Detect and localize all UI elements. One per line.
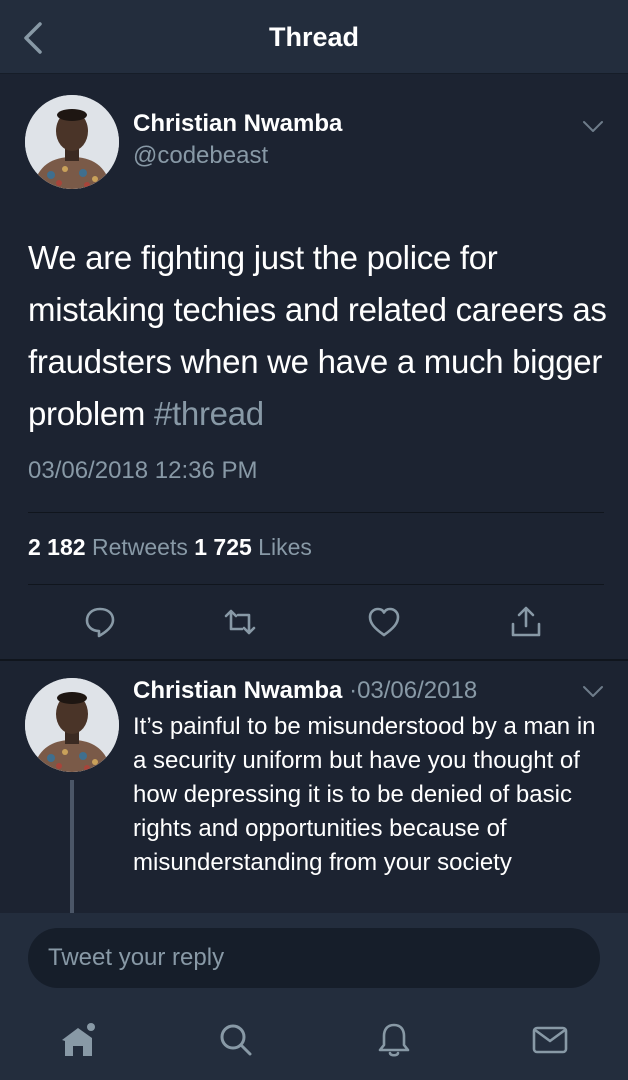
messages-icon[interactable] xyxy=(530,1020,570,1060)
search-icon[interactable] xyxy=(216,1020,256,1060)
retweet-icon[interactable] xyxy=(222,604,258,640)
tweet-timestamp: 03/06/2018 12:36 PM xyxy=(28,457,258,484)
top-bar: Thread xyxy=(0,0,628,74)
tweet-text: We are fighting just the police for mist… xyxy=(28,232,608,440)
share-icon[interactable] xyxy=(508,604,544,640)
divider xyxy=(28,584,604,585)
home-icon[interactable] xyxy=(58,1020,98,1060)
reply-author-name[interactable]: Christian Nwamba xyxy=(133,677,342,704)
reply-text: It’s painful to be misunderstood by a ma… xyxy=(133,713,596,876)
likes-count[interactable]: 1 725 xyxy=(194,534,252,560)
tweet-body: We are fighting just the police for mist… xyxy=(28,239,607,432)
divider xyxy=(0,659,628,661)
retweets-count[interactable]: 2 182 xyxy=(28,534,86,560)
reply-input-placeholder: Tweet your reply xyxy=(48,944,225,971)
reply-date: 03/06/2018 xyxy=(357,677,478,704)
divider xyxy=(28,512,604,513)
like-icon[interactable] xyxy=(366,604,402,640)
engagement-stats: 2 182 Retweets 1 725 Likes xyxy=(28,534,312,561)
notifications-icon[interactable] xyxy=(374,1020,414,1060)
page-title: Thread xyxy=(268,22,360,52)
author-name[interactable]: Christian Nwamba xyxy=(133,110,342,138)
thread-connector-line xyxy=(70,780,74,915)
reply-input[interactable]: Tweet your reply xyxy=(28,928,600,988)
avatar[interactable] xyxy=(25,678,119,772)
reply-icon[interactable] xyxy=(82,604,118,640)
chevron-down-icon[interactable] xyxy=(582,685,604,699)
avatar[interactable] xyxy=(25,95,119,189)
likes-label[interactable]: Likes xyxy=(258,534,312,560)
retweets-label[interactable]: Retweets xyxy=(92,534,188,560)
reply-separator: · xyxy=(349,677,358,704)
author-handle[interactable]: @codebeast xyxy=(133,142,268,170)
chevron-down-icon[interactable] xyxy=(582,120,604,134)
reply-header: Christian Nwamba ·03/06/2018 xyxy=(133,677,477,705)
hashtag-link[interactable]: #thread xyxy=(154,395,264,432)
